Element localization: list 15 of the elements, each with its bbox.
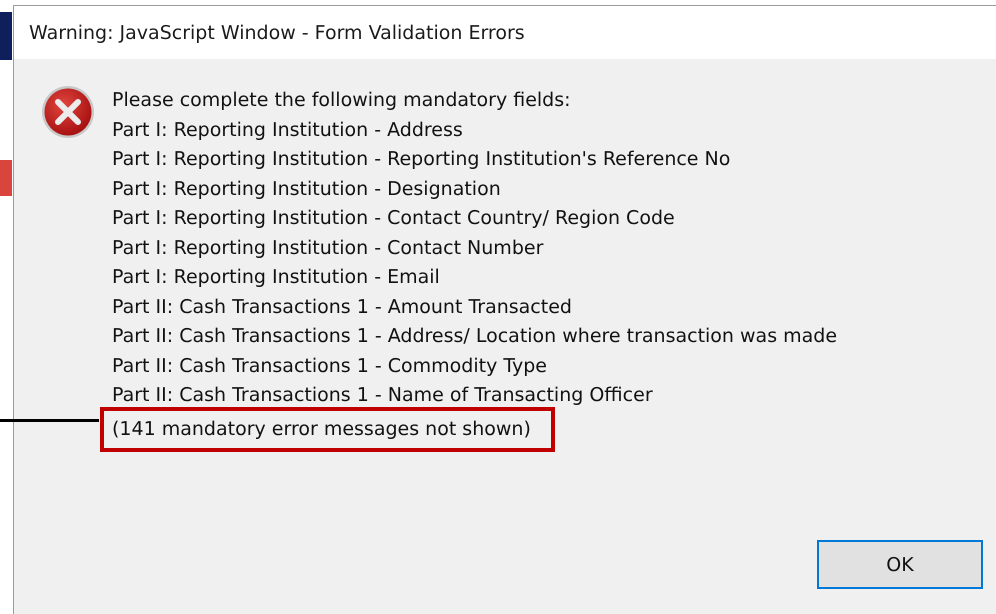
- missing-field-message: Part I: Reporting Institution - Designation: [112, 176, 502, 202]
- window-title: Warning: JavaScript Window - Form Validation Errors: [29, 22, 525, 44]
- missing-field-message: Part I: Reporting Institution - Contact Country/ Region Code: [112, 206, 676, 231]
- message-heading: Please complete the following mandatory fields:: [112, 88, 572, 113]
- missing-field-message: Part II: Cash Transactions 1 - Amount Transacted: [112, 294, 573, 320]
- missing-field-message: Part II: Cash Transactions 1 - Commodity Type: [112, 354, 548, 378]
- missing-field-message: Part II: Cash Transactions 1 - Name of Transacting Officer: [112, 383, 654, 408]
- hidden-count-note: (141 mandatory error messages not shown): [100, 406, 555, 452]
- missing-field-message: Part I: Reporting Institution - Reporting Institution's Reference No: [112, 147, 732, 172]
- missing-field-message: Part I: Reporting Institution - Address: [112, 118, 464, 142]
- missing-field-message: Part I: Reporting Institution - Email: [112, 265, 441, 290]
- ok-button[interactable]: OK: [817, 540, 983, 589]
- missing-field-message: Part I: Reporting Institution - Contact Number: [112, 236, 544, 260]
- error-icon: [41, 85, 95, 139]
- missing-field-message: Part II: Cash Transactions 1 - Address/ Location where transaction was made: [112, 324, 838, 349]
